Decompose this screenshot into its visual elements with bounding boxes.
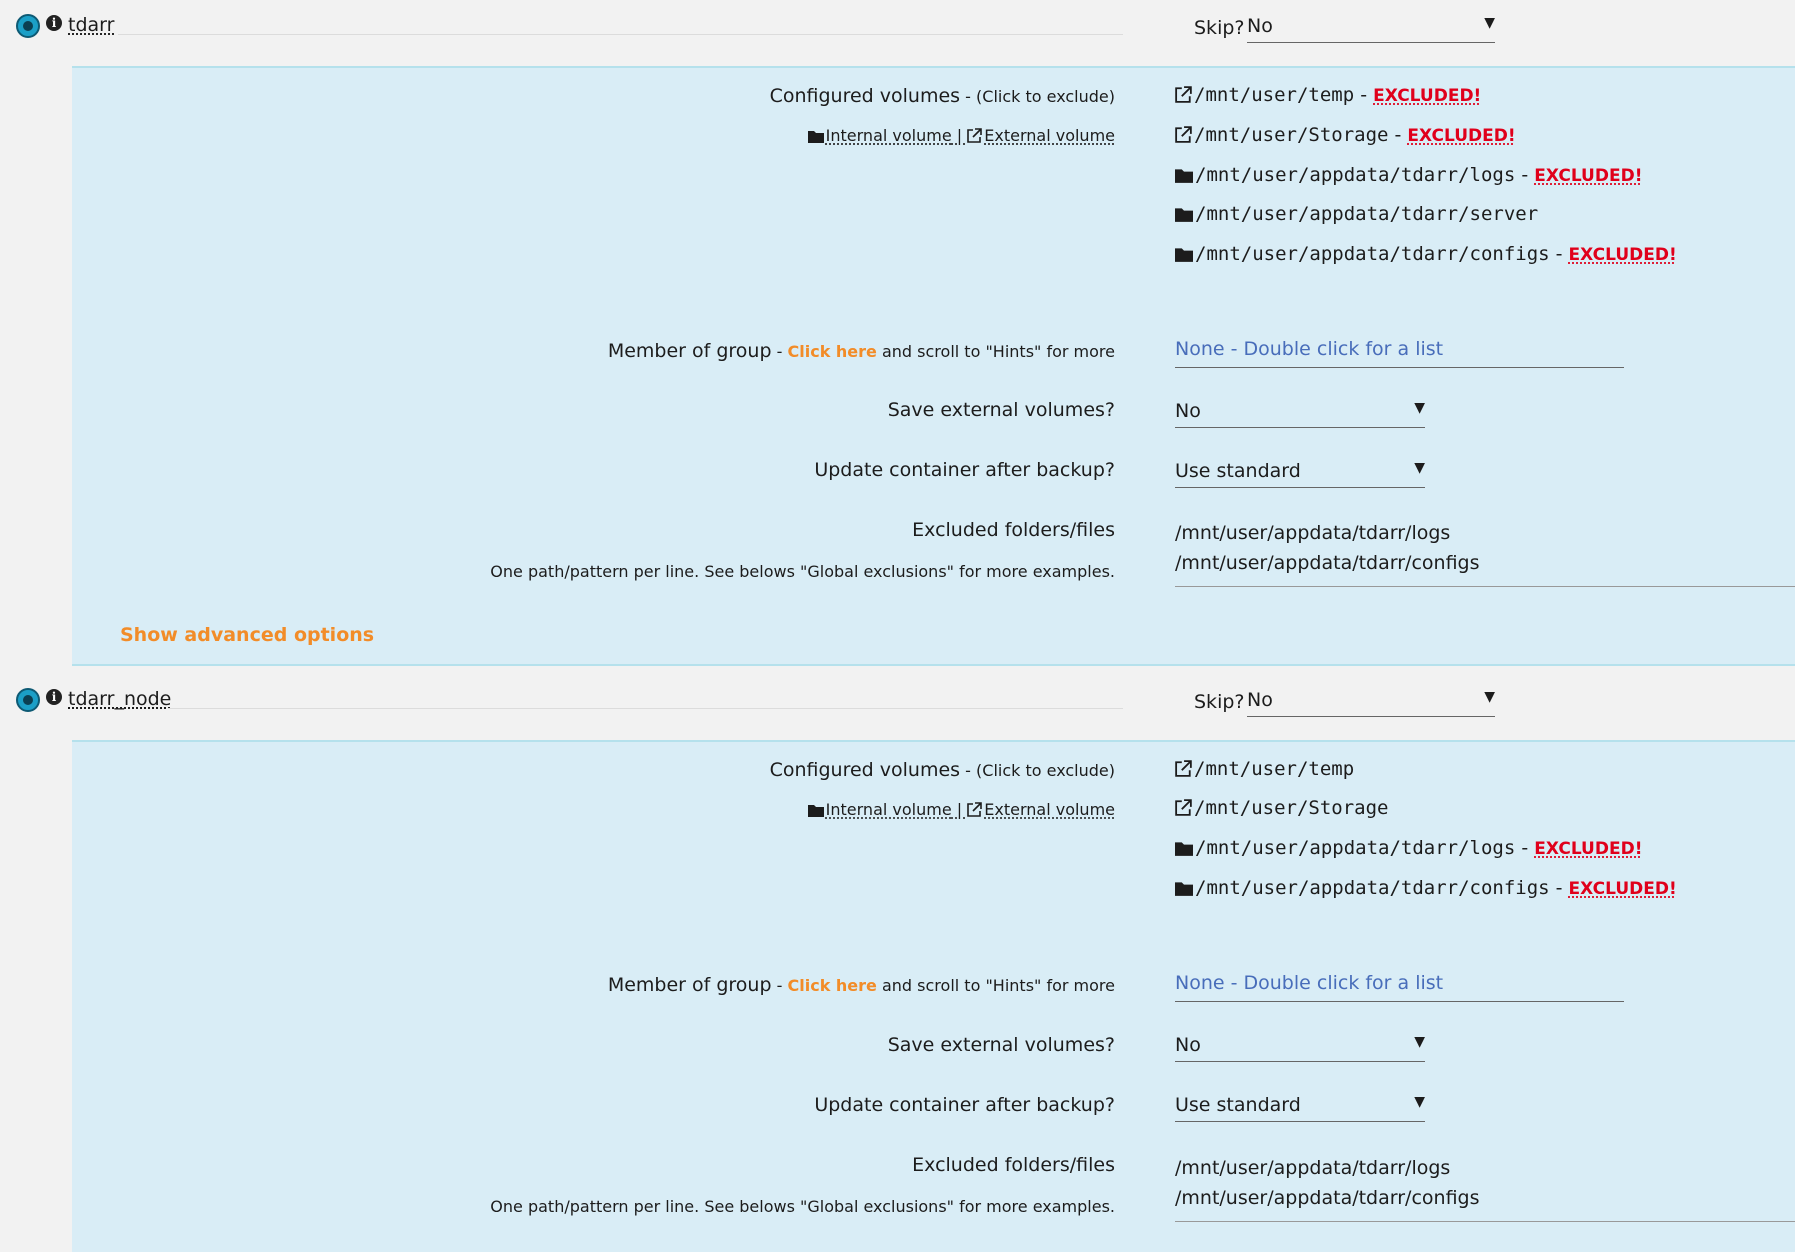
excluded-folders-label: Excluded folders/files <box>912 519 1115 541</box>
skip-label: Skip? <box>1194 17 1245 39</box>
volume-item[interactable]: /mnt/user/appdata/tdarr/server <box>1175 203 1538 225</box>
configured-volumes-label: Configured volumes - (Click to exclude) <box>769 85 1115 107</box>
save-external-label: Save external volumes? <box>887 1034 1115 1056</box>
volume-legend: Internal volume | External volume <box>807 126 1115 145</box>
show-advanced-options-link[interactable]: Show advanced options <box>120 624 374 646</box>
volume-legend: Internal volume | External volume <box>807 800 1115 819</box>
excluded-badge: EXCLUDED! <box>1568 879 1677 899</box>
skip-select[interactable]: No ▼ <box>1247 13 1495 43</box>
excluded-folders-hint: One path/pattern per line. See belows "G… <box>490 562 1115 581</box>
volume-item[interactable]: /mnt/user/Storage <box>1175 797 1388 819</box>
container-settings-panel: Configured volumes - (Click to exclude) … <box>72 66 1795 666</box>
labels-column: Configured volumes - (Click to exclude) … <box>72 742 1115 1252</box>
member-of-group-label: Member of group - Click here and scroll … <box>607 340 1115 362</box>
external-link-icon <box>1175 760 1192 777</box>
volume-item[interactable]: /mnt/user/appdata/tdarr/logs - EXCLUDED! <box>1175 164 1642 186</box>
excluded-badge: EXCLUDED! <box>1568 245 1677 265</box>
update-container-select[interactable]: Use standard ▼ <box>1175 458 1425 488</box>
external-link-icon <box>967 128 983 143</box>
excluded-folders-label: Excluded folders/files <box>912 1154 1115 1176</box>
external-link-icon <box>1175 126 1192 143</box>
folder-icon <box>1175 882 1193 896</box>
folder-icon <box>807 805 824 817</box>
caret-down-icon: ▼ <box>1414 400 1425 416</box>
save-external-label: Save external volumes? <box>887 399 1115 421</box>
header-divider <box>168 708 1123 709</box>
update-container-label: Update container after backup? <box>814 459 1115 481</box>
container-tdarr-node: i tdarr_node Skip? No ▼ Configured volum… <box>0 674 1795 1252</box>
info-circle-icon[interactable]: i <box>46 689 62 705</box>
caret-down-icon: ▼ <box>1414 1034 1425 1050</box>
container-settings-panel: Configured volumes - (Click to exclude) … <box>72 740 1795 1252</box>
caret-down-icon: ▼ <box>1414 460 1425 476</box>
volume-item[interactable]: /mnt/user/appdata/tdarr/configs - EXCLUD… <box>1175 877 1677 899</box>
container-header: i tdarr_node Skip? No ▼ <box>0 674 1795 740</box>
volume-item[interactable]: /mnt/user/Storage - EXCLUDED! <box>1175 124 1516 146</box>
excluded-badge: EXCLUDED! <box>1534 839 1643 859</box>
caret-down-icon: ▼ <box>1484 15 1495 31</box>
container-name[interactable]: tdarr_node <box>68 688 171 710</box>
container-tdarr: i tdarr Skip? No ▼ Configured volumes - … <box>0 0 1795 670</box>
folder-icon <box>1175 208 1193 222</box>
external-link-icon <box>1175 799 1192 816</box>
volume-item[interactable]: /mnt/user/temp <box>1175 758 1354 780</box>
container-header: i tdarr Skip? No ▼ <box>0 0 1795 66</box>
configured-volumes-label: Configured volumes - (Click to exclude) <box>769 759 1115 781</box>
save-external-select[interactable]: No ▼ <box>1175 1032 1425 1062</box>
container-name[interactable]: tdarr <box>68 14 114 36</box>
volume-item[interactable]: /mnt/user/appdata/tdarr/configs - EXCLUD… <box>1175 243 1677 265</box>
info-circle-icon[interactable]: i <box>46 15 62 31</box>
folder-icon <box>1175 248 1193 262</box>
group-hint-link[interactable]: Click here <box>788 976 877 995</box>
excluded-folders-hint: One path/pattern per line. See belows "G… <box>490 1197 1115 1216</box>
excluded-folders-textarea[interactable]: /mnt/user/appdata/tdarr/logs /mnt/user/a… <box>1175 1152 1795 1222</box>
tdarr-logo-icon <box>16 688 40 712</box>
external-link-icon <box>967 802 983 817</box>
excluded-badge: EXCLUDED! <box>1373 86 1482 106</box>
excluded-badge: EXCLUDED! <box>1407 126 1516 146</box>
folder-icon <box>1175 842 1193 856</box>
volume-item[interactable]: /mnt/user/temp - EXCLUDED! <box>1175 84 1481 106</box>
group-input[interactable]: None - Double click for a list <box>1175 334 1624 368</box>
group-input[interactable]: None - Double click for a list <box>1175 968 1624 1002</box>
folder-icon <box>807 131 824 143</box>
folder-icon <box>1175 169 1193 183</box>
caret-down-icon: ▼ <box>1414 1094 1425 1110</box>
member-of-group-label: Member of group - Click here and scroll … <box>607 974 1115 996</box>
tdarr-logo-icon <box>16 14 40 38</box>
update-container-label: Update container after backup? <box>814 1094 1115 1116</box>
external-link-icon <box>1175 86 1192 103</box>
save-external-select[interactable]: No ▼ <box>1175 398 1425 428</box>
skip-select[interactable]: No ▼ <box>1247 687 1495 717</box>
volume-item[interactable]: /mnt/user/appdata/tdarr/logs - EXCLUDED! <box>1175 837 1642 859</box>
skip-label: Skip? <box>1194 691 1245 713</box>
excluded-badge: EXCLUDED! <box>1534 166 1643 186</box>
caret-down-icon: ▼ <box>1484 689 1495 705</box>
group-hint-link[interactable]: Click here <box>788 342 877 361</box>
header-divider <box>118 34 1123 35</box>
excluded-folders-textarea[interactable]: /mnt/user/appdata/tdarr/logs /mnt/user/a… <box>1175 517 1795 587</box>
update-container-select[interactable]: Use standard ▼ <box>1175 1092 1425 1122</box>
labels-column: Configured volumes - (Click to exclude) … <box>72 68 1115 664</box>
